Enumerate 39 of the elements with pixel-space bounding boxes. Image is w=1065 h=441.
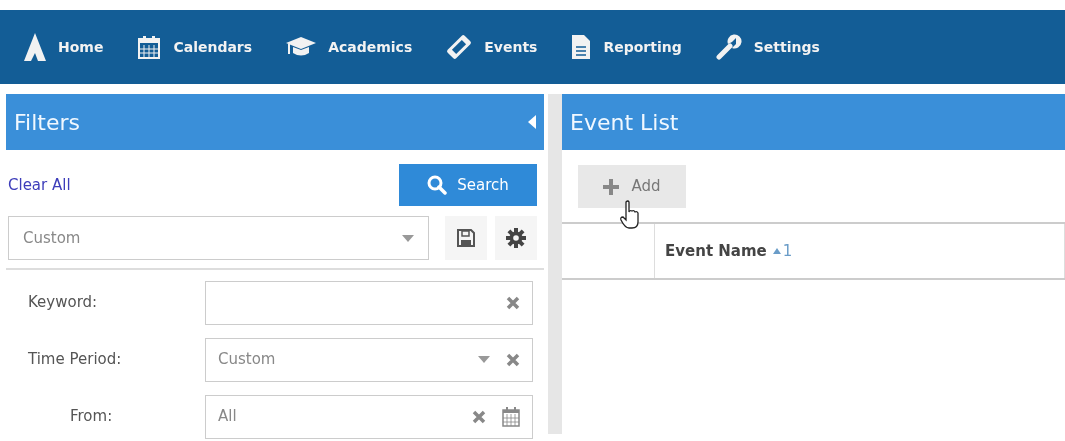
field-label: Time Period: xyxy=(27,349,123,371)
logo-icon xyxy=(24,33,46,61)
nav-link[interactable]: Reporting xyxy=(571,34,682,60)
nav-link[interactable]: Settings xyxy=(715,34,820,60)
clear-icon xyxy=(506,295,520,310)
calendar-icon xyxy=(502,406,520,427)
field-label: Keyword: xyxy=(27,292,99,314)
nav-link[interactable]: Home xyxy=(24,33,104,61)
dropdown-caret-icon xyxy=(402,234,415,242)
search-icon xyxy=(427,175,448,195)
nav-link[interactable]: Academics xyxy=(286,36,413,58)
settings-icon xyxy=(506,228,527,248)
search-button[interactable]: Search xyxy=(399,164,538,206)
plus-icon xyxy=(603,178,620,195)
save-button[interactable] xyxy=(445,216,488,260)
keyword-field[interactable] xyxy=(205,280,533,325)
dropdown-caret-icon xyxy=(478,356,490,363)
clear-icon xyxy=(506,352,520,367)
wrench-icon xyxy=(715,34,742,60)
nav-link[interactable]: Calendars xyxy=(137,35,253,59)
add-button[interactable]: Add xyxy=(578,165,686,208)
column-header[interactable]: Event Name xyxy=(665,239,767,263)
date-field[interactable]: All xyxy=(205,394,533,439)
collapse-icon xyxy=(528,115,537,129)
panel-title: Filters xyxy=(14,108,80,137)
graduation-cap-icon xyxy=(286,36,317,58)
preset-dropdown[interactable]: Custom xyxy=(8,216,430,260)
panel-title: Event List xyxy=(570,108,679,137)
time-period-dropdown[interactable]: Custom xyxy=(205,337,533,382)
sort-up-icon xyxy=(772,248,781,255)
hand-cursor-icon xyxy=(619,200,641,230)
settings-button[interactable] xyxy=(495,216,538,260)
document-icon xyxy=(571,34,592,60)
clear-all-link[interactable]: Clear All xyxy=(8,173,71,197)
nav-link[interactable]: Events xyxy=(446,34,538,60)
calendar-icon xyxy=(137,35,162,59)
save-icon xyxy=(457,229,476,247)
clear-icon xyxy=(472,409,486,424)
field-label: From: xyxy=(69,406,114,428)
